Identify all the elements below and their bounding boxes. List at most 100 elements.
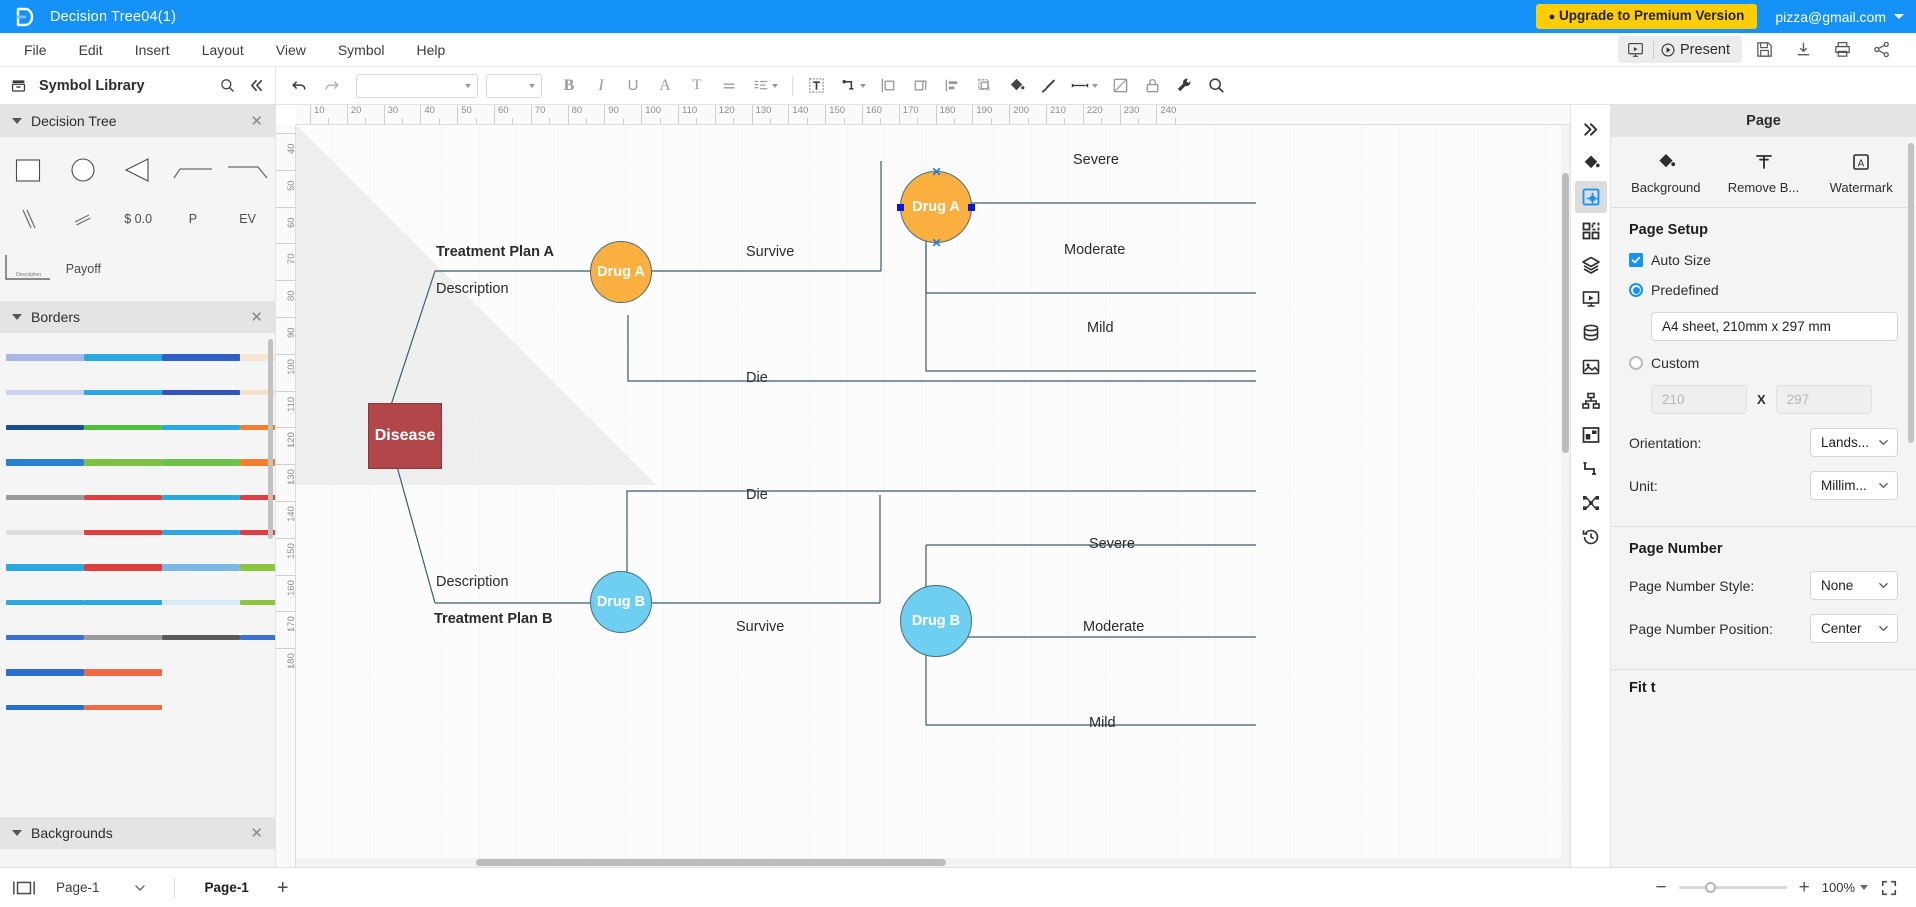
text-box-button[interactable] (801, 72, 831, 100)
payoff-shape[interactable]: Payoff (56, 247, 111, 291)
zoom-level-dropdown[interactable]: 100% (1822, 880, 1868, 895)
label-survive-b[interactable]: Survive (736, 619, 784, 635)
description-shape[interactable]: Description (0, 247, 56, 291)
database-icon[interactable] (1575, 317, 1607, 349)
chevron-double-left-icon[interactable] (248, 77, 265, 94)
menu-help[interactable]: Help (401, 36, 462, 64)
presentation-icon[interactable] (1575, 283, 1607, 315)
border-swatch[interactable] (162, 516, 240, 548)
border-swatch[interactable] (84, 586, 162, 618)
account-menu[interactable]: pizza@gmail.com (1775, 9, 1904, 25)
border-swatch[interactable] (240, 656, 275, 688)
diagram-canvas[interactable]: Disease Drug A Drug A ✕ ✕ Drug B (296, 125, 1570, 867)
border-swatch[interactable] (84, 341, 162, 373)
node-disease[interactable]: Disease (368, 403, 442, 469)
border-swatch[interactable] (162, 551, 240, 583)
sidebar-scrollbar[interactable] (268, 339, 273, 539)
org-chart-icon[interactable] (1575, 385, 1607, 417)
upgrade-button[interactable]: ● Upgrade to Premium Version (1536, 4, 1758, 29)
page-selector-dropdown[interactable]: Page-1 (50, 877, 152, 898)
predefined-radio[interactable] (1629, 283, 1643, 297)
container-icon[interactable] (1575, 419, 1607, 451)
lock-button[interactable] (1137, 72, 1167, 100)
layer-order-button[interactable]: 1 (969, 72, 999, 100)
border-swatch[interactable] (162, 376, 240, 408)
fill-bucket-icon[interactable] (1575, 147, 1607, 179)
menu-insert[interactable]: Insert (119, 36, 186, 64)
menu-file[interactable]: File (8, 36, 63, 64)
node-drug-b-root[interactable]: Drug B (590, 571, 652, 633)
label-survive-a[interactable]: Survive (746, 244, 794, 260)
group-button[interactable] (905, 72, 935, 100)
brush-button[interactable] (1033, 72, 1063, 100)
share-icon[interactable] (1865, 36, 1898, 63)
zoom-out-button[interactable]: − (1656, 878, 1667, 897)
shadow-button[interactable] (1105, 72, 1135, 100)
border-swatch[interactable] (162, 656, 240, 688)
border-swatch[interactable] (6, 516, 84, 548)
fill-bucket-button[interactable] (1001, 72, 1031, 100)
predefined-size-input[interactable] (1651, 312, 1898, 341)
connect-handle-right[interactable] (968, 204, 975, 211)
border-swatch[interactable] (6, 656, 84, 688)
border-swatch[interactable] (162, 586, 240, 618)
label-mild-a[interactable]: Mild (1087, 320, 1114, 336)
border-swatch[interactable] (162, 691, 240, 723)
menu-view[interactable]: View (260, 36, 322, 64)
unit-select[interactable]: Millim... (1810, 471, 1898, 500)
connector-route-icon[interactable] (1575, 453, 1607, 485)
money-shape[interactable]: $ 0.0 (111, 197, 166, 241)
double-slash-small-shape[interactable] (56, 197, 111, 241)
border-swatch[interactable] (162, 341, 240, 373)
page-number-position-select[interactable]: Center (1810, 614, 1898, 643)
label-mild-b[interactable]: Mild (1089, 715, 1116, 731)
menu-symbol[interactable]: Symbol (322, 36, 401, 64)
expand-panel-icon[interactable] (1575, 113, 1607, 145)
border-swatch[interactable] (162, 411, 240, 443)
border-swatch[interactable] (84, 656, 162, 688)
close-icon[interactable]: ✕ (250, 824, 263, 842)
border-swatch[interactable] (6, 411, 84, 443)
border-swatch[interactable] (240, 621, 275, 653)
circle-shape[interactable] (56, 147, 111, 191)
font-color-button[interactable]: A (650, 72, 680, 100)
find-button[interactable] (1201, 72, 1231, 100)
font-size-select[interactable] (486, 74, 542, 98)
border-swatch[interactable] (6, 481, 84, 513)
border-swatch[interactable] (84, 691, 162, 723)
zoom-in-button[interactable]: + (1799, 878, 1810, 897)
label-moderate-b[interactable]: Moderate (1083, 619, 1144, 635)
download-icon[interactable] (1787, 36, 1820, 63)
zoom-slider-knob[interactable] (1705, 882, 1716, 893)
border-swatch[interactable] (84, 376, 162, 408)
border-swatch[interactable] (84, 516, 162, 548)
menu-layout[interactable]: Layout (186, 36, 260, 64)
canvas-vertical-scrollbar[interactable] (1561, 125, 1570, 867)
save-icon[interactable] (1748, 36, 1781, 63)
label-die-b[interactable]: Die (746, 487, 768, 503)
remove-background-tool[interactable]: Remove B... (1715, 151, 1813, 195)
orientation-select[interactable]: Lands... (1810, 428, 1898, 457)
present-button[interactable]: Present (1654, 38, 1742, 62)
bold-button[interactable]: B (554, 72, 584, 100)
border-swatch[interactable] (84, 551, 162, 583)
border-swatch[interactable] (240, 551, 275, 583)
border-swatch[interactable] (6, 376, 84, 408)
border-swatch[interactable] (162, 481, 240, 513)
wrench-button[interactable] (1169, 72, 1199, 100)
double-slash-shape[interactable] (0, 197, 56, 241)
border-swatch[interactable] (84, 481, 162, 513)
probability-shape[interactable]: P (166, 197, 221, 241)
page-tab-page-1[interactable]: Page-1 (197, 877, 257, 898)
custom-radio[interactable] (1629, 356, 1643, 370)
align-objects-button[interactable] (873, 72, 903, 100)
label-description-a[interactable]: Description (436, 281, 509, 297)
rotate-handle-bottom[interactable]: ✕ (931, 237, 942, 248)
watermark-tool[interactable]: A Watermark (1812, 151, 1910, 195)
print-icon[interactable] (1826, 36, 1859, 63)
zoom-slider[interactable] (1679, 886, 1787, 889)
close-icon[interactable]: ✕ (250, 112, 263, 130)
italic-button[interactable]: I (586, 72, 616, 100)
rotate-handle-top[interactable]: ✕ (931, 166, 942, 177)
connector-button[interactable] (833, 72, 871, 100)
